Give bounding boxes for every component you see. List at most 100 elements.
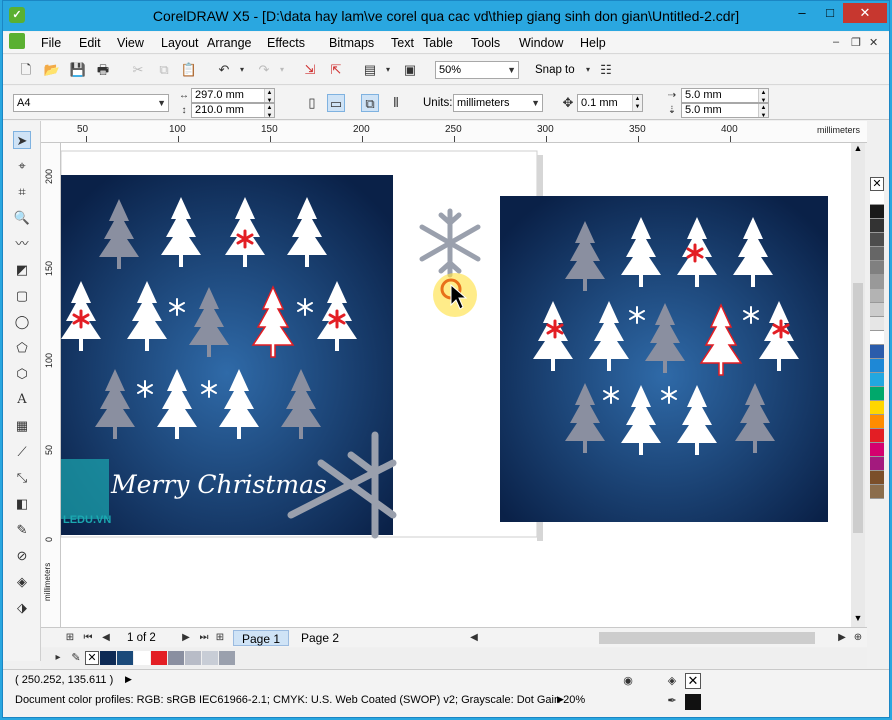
palette-swatch[interactable] (870, 191, 884, 205)
palette-menu-icon[interactable]: ▸ (49, 649, 67, 667)
doc-palette-swatch[interactable] (185, 651, 201, 665)
palette-swatch[interactable] (870, 345, 884, 359)
palette-swatch[interactable] (870, 317, 884, 331)
new-document-icon[interactable]: 🗋 (17, 61, 35, 79)
crop-tool-icon[interactable]: ⌗ (13, 183, 31, 201)
duplicate-x-field[interactable]: 5.0 mm ▲ ▼ (681, 88, 769, 104)
undo-icon[interactable]: ↶ (215, 61, 233, 79)
copy-icon[interactable]: ⧉ (155, 61, 173, 79)
vertical-scrollbar[interactable]: ▲ ▼ (851, 143, 865, 627)
text-tool-icon[interactable]: A (13, 391, 31, 409)
menu-layout[interactable]: Layout (161, 36, 199, 50)
menu-view[interactable]: View (117, 36, 144, 50)
palette-swatch[interactable] (870, 303, 884, 317)
snap-dropdown-icon[interactable]: ▾ (579, 61, 597, 79)
menu-file[interactable]: File (41, 36, 61, 50)
snap-to-button[interactable]: Snap to (535, 64, 575, 76)
landscape-icon[interactable]: ▭ (327, 94, 345, 112)
eyedropper-tool-icon[interactable]: ✎ (13, 521, 31, 539)
maximize-button[interactable]: □ (817, 3, 843, 23)
palette-swatch[interactable] (870, 233, 884, 247)
previous-page-icon[interactable]: ◀ (97, 629, 115, 647)
add-page-before-icon[interactable]: ⊞ (61, 629, 79, 647)
palette-swatch[interactable] (870, 331, 884, 345)
menu-table[interactable]: Table (423, 36, 453, 50)
palette-swatch[interactable] (870, 261, 884, 275)
horizontal-ruler[interactable]: 50 100 150 200 250 300 350 400 millimeters (41, 121, 867, 143)
pick-tool-icon[interactable]: ➤ (13, 131, 31, 149)
doc-palette-swatch[interactable] (151, 651, 167, 665)
navigator-icon[interactable]: ⊕ (849, 629, 867, 647)
launcher-dropdown-icon[interactable]: ▾ (379, 61, 397, 79)
doc-palette-swatch[interactable] (168, 651, 184, 665)
application-launcher-icon[interactable]: ▤ (361, 61, 379, 79)
options-icon[interactable]: ☷ (597, 61, 615, 79)
spinner-icon[interactable]: ▲ ▼ (632, 95, 642, 111)
vertical-ruler[interactable]: 200 150 100 50 0 millimeters (41, 143, 61, 627)
minimize-button[interactable]: – (789, 3, 815, 23)
palette-swatch[interactable] (870, 205, 884, 219)
color-profiles[interactable]: Document color profiles: RGB: sRGB IEC61… (15, 694, 585, 706)
outline-color-swatch[interactable] (685, 694, 701, 710)
document-icon[interactable] (9, 33, 25, 49)
tab-page-1[interactable]: Page 1 (233, 630, 290, 646)
palette-swatch[interactable] (870, 289, 884, 303)
zoom-tool-icon[interactable]: 🔍 (13, 209, 31, 227)
spinner-icon[interactable]: ▲ ▼ (264, 89, 274, 104)
spinner-icon[interactable]: ▲ ▼ (758, 104, 768, 119)
page-height-field[interactable]: 210.0 mm ▲ ▼ (191, 103, 275, 119)
all-pages-icon[interactable]: ⧉ (361, 94, 379, 112)
page-width-field[interactable]: 297.0 mm ▲ ▼ (191, 88, 275, 104)
fill-bucket-icon[interactable]: ◈ (663, 672, 681, 690)
connector-tool-icon[interactable]: ⤡ (13, 469, 31, 487)
print-icon[interactable]: 🖶 (94, 61, 112, 79)
add-page-after-icon[interactable]: ⊞ (211, 629, 229, 647)
scroll-thumb[interactable] (853, 283, 863, 533)
palette-swatch[interactable] (870, 471, 884, 485)
nudge-field[interactable]: 0.1 mm ▲ ▼ (577, 94, 643, 112)
save-icon[interactable]: 💾 (69, 61, 87, 79)
fill-status-icon[interactable]: ◉ (619, 672, 637, 690)
doc-palette-swatch[interactable] (100, 651, 116, 665)
palette-swatch[interactable] (870, 359, 884, 373)
title-bar[interactable]: ✓ CorelDRAW X5 - [D:\data hay lam\ve cor… (3, 1, 889, 31)
cut-icon[interactable]: ✂ (129, 61, 147, 79)
doc-minimize-icon[interactable]: – (833, 36, 839, 48)
palette-swatch[interactable] (870, 429, 884, 443)
duplicate-y-field[interactable]: 5.0 mm ▲ ▼ (681, 103, 769, 119)
eyedropper-icon[interactable]: ✎ (67, 649, 85, 667)
christmas-card-left[interactable]: Merry Christmas LEDU.VN (61, 175, 397, 539)
christmas-card-right[interactable] (500, 196, 828, 522)
page-size-select[interactable]: A4 ▼ (13, 94, 169, 112)
doc-no-color-swatch[interactable]: ✕ (85, 651, 99, 665)
close-button[interactable]: ✕ (843, 3, 887, 23)
horizontal-scroll-thumb[interactable] (599, 632, 815, 644)
import-icon[interactable]: ⇲ (301, 61, 319, 79)
portrait-icon[interactable]: ▯ (303, 94, 321, 112)
palette-swatch[interactable] (870, 457, 884, 471)
scroll-down-icon[interactable]: ▼ (851, 613, 865, 627)
palette-swatch[interactable] (870, 219, 884, 233)
palette-swatch[interactable] (870, 485, 884, 499)
interactive-fill-icon[interactable]: ⬗ (13, 599, 31, 617)
freehand-tool-icon[interactable]: 〰 (13, 235, 31, 253)
blend-tool-icon[interactable]: ◧ (13, 495, 31, 513)
palette-swatch[interactable] (870, 415, 884, 429)
palette-swatch[interactable] (870, 387, 884, 401)
open-folder-icon[interactable]: 📂 (43, 61, 61, 79)
profiles-expand-icon[interactable]: ▶ (557, 694, 564, 705)
palette-swatch[interactable] (870, 443, 884, 457)
menu-help[interactable]: Help (580, 36, 606, 50)
fill-none-swatch[interactable]: ✕ (685, 673, 701, 689)
fill-tool-icon[interactable]: ◈ (13, 573, 31, 591)
menu-bitmaps[interactable]: Bitmaps (329, 36, 374, 50)
ellipse-tool-icon[interactable]: ◯ (13, 313, 31, 331)
coords-expand-icon[interactable]: ▶ (125, 674, 132, 685)
doc-restore-icon[interactable]: ❐ (851, 36, 861, 49)
rectangle-tool-icon[interactable]: ▢ (13, 287, 31, 305)
tab-page-2[interactable]: Page 2 (293, 630, 347, 646)
scroll-up-icon[interactable]: ▲ (851, 143, 865, 157)
spinner-icon[interactable]: ▲ ▼ (758, 89, 768, 104)
undo-dropdown-icon[interactable]: ▾ (233, 61, 251, 79)
doc-palette-swatch[interactable] (219, 651, 235, 665)
